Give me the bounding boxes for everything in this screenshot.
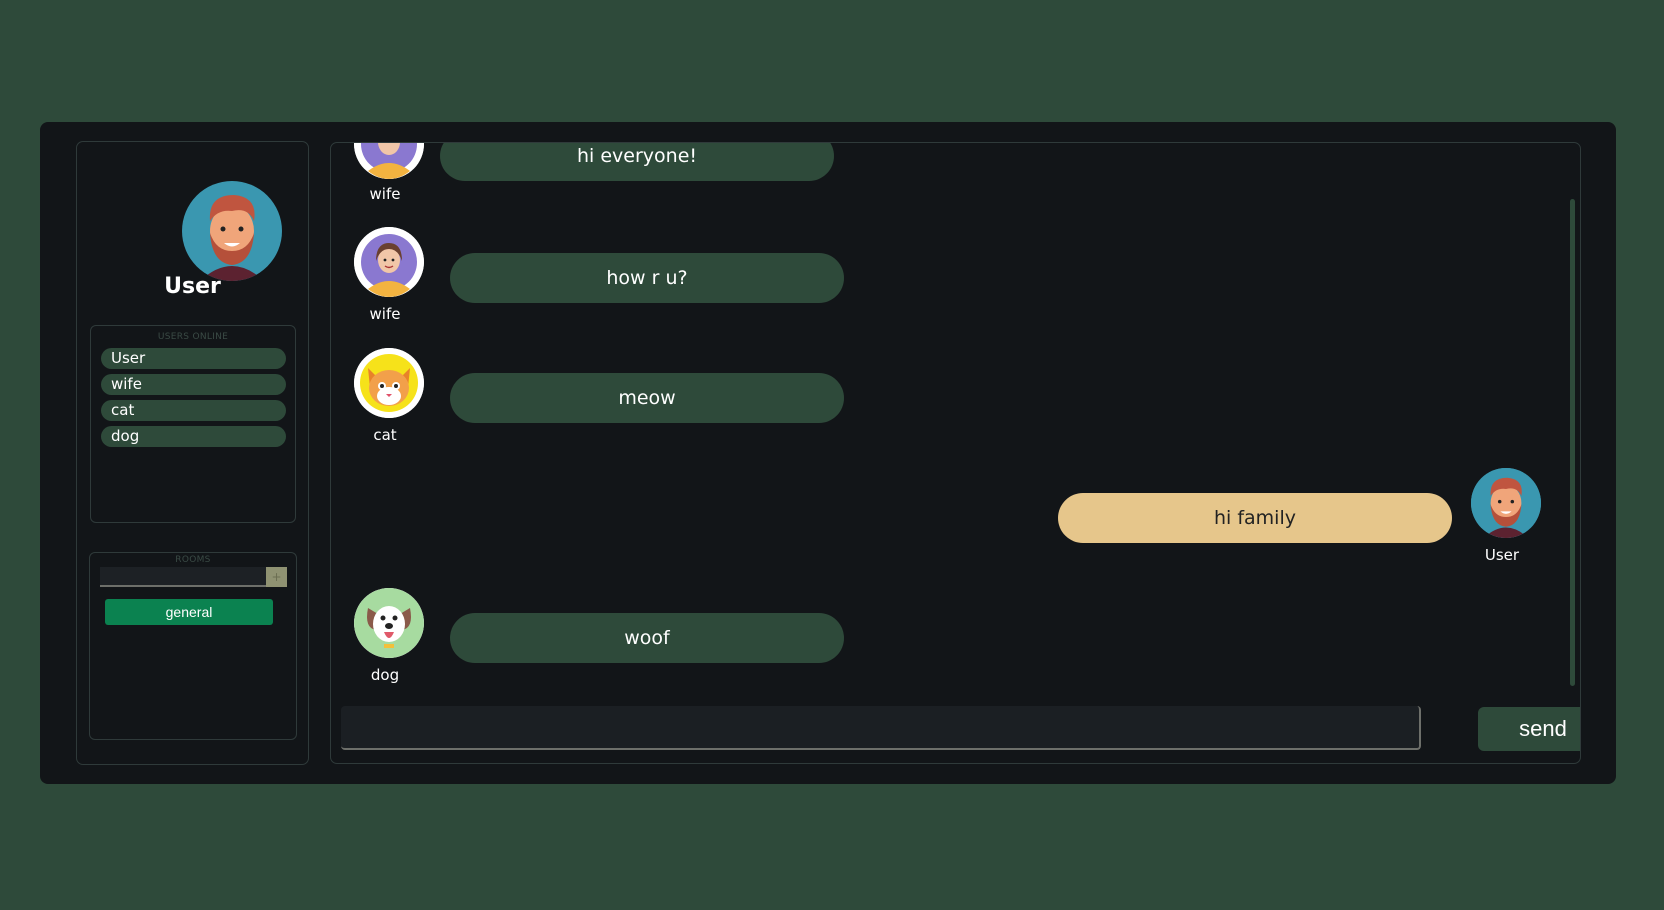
sidebar: User USERS ONLINE User wife cat dog ROOM… [76,141,309,765]
send-button[interactable]: send [1478,707,1580,751]
users-online-panel: USERS ONLINE User wife cat dog [90,325,296,523]
message-bubble: how r u? [450,253,844,303]
bearded-man-avatar-icon [1471,468,1541,538]
online-user-item[interactable]: dog [101,426,286,447]
message-sender: cat [373,426,397,444]
room-button-general[interactable]: general [105,599,273,625]
message-bubble: woof [450,613,844,663]
message-sender: dog [370,666,400,684]
woman-avatar-icon [354,143,424,179]
chat-app: User USERS ONLINE User wife cat dog ROOM… [40,122,1616,784]
message-bubble: meow [450,373,844,423]
woman-avatar-icon [354,227,424,297]
online-user-item[interactable]: User [101,348,286,369]
dog-avatar-icon [354,588,424,658]
message-list[interactable]: wife hi everyone! wife how r u? cat meow… [331,143,1580,693]
message-sender: wife [369,185,401,203]
message-sender: wife [369,305,401,323]
room-name-input[interactable] [100,567,266,587]
rooms-panel: ROOMS + general [89,552,297,740]
online-user-item[interactable]: cat [101,400,286,421]
message-bubble: hi everyone! [440,143,834,181]
message-sender: User [1484,546,1520,564]
chat-panel: wife hi everyone! wife how r u? cat meow… [330,142,1581,764]
message-input[interactable] [341,706,1421,750]
users-online-title: USERS ONLINE [157,332,229,342]
add-room-button[interactable]: + [266,567,287,587]
room-input-row: + [100,567,287,587]
message-bubble-own: hi family [1058,493,1452,543]
cat-avatar-icon [354,348,424,418]
message-scrollbar[interactable] [1570,199,1575,686]
online-user-item[interactable]: wife [101,374,286,395]
rooms-title: ROOMS [175,555,211,565]
profile-name: User [164,274,221,299]
profile-avatar-icon [182,181,282,281]
